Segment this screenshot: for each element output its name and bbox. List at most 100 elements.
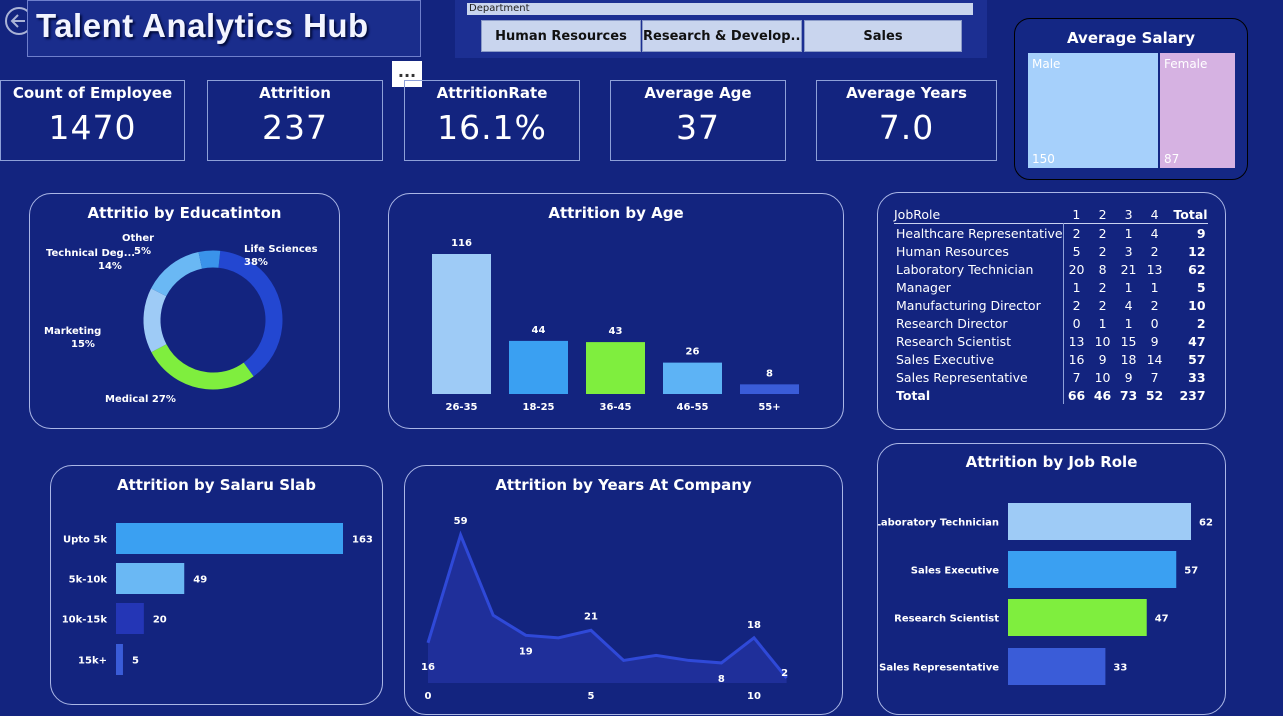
age-bar-value: 43: [609, 326, 623, 337]
matrix-cell: 16: [1068, 351, 1085, 367]
matrix-row-label: Sales Executive: [894, 350, 1064, 368]
jobrole-bar-value: 57: [1184, 566, 1198, 577]
matrix-cell: 9: [1150, 333, 1159, 349]
matrix-cell: 13: [1146, 261, 1163, 277]
matrix-header-total: Total: [1173, 206, 1208, 222]
salary-slab-panel: Attrition by Salaru Slab Upto 5k 163 5k-10…: [50, 465, 383, 705]
table-row: Laboratory Technician 20 8 21 13 62: [894, 260, 1208, 278]
years-area-chart[interactable]: 16 59 19 21 8 18 2 0 5 10: [405, 466, 844, 716]
slicer-option-human-resources[interactable]: Human Resources: [481, 20, 641, 52]
matrix-row-total: 5: [1196, 279, 1206, 295]
jobrole-bar-value: 62: [1199, 518, 1213, 529]
matrix-cell: 13: [1068, 333, 1085, 349]
matrix-cell: 5: [1072, 243, 1081, 259]
jobrole-bar-chart[interactable]: Laboratory Technician 62 Sales Executive 57…: [878, 444, 1227, 716]
age-bar[interactable]: [663, 362, 722, 394]
area-point-label: 16: [421, 662, 435, 673]
jobrole-bar-value: 47: [1155, 614, 1169, 625]
age-bar-category: 55+: [758, 402, 780, 413]
slab-bar-category: Upto 5k: [63, 535, 107, 546]
matrix-cell: 15: [1120, 333, 1137, 349]
donut-label-medical: Medical 27%: [105, 394, 176, 405]
matrix-cell: 1: [1115, 223, 1142, 242]
age-bar-chart[interactable]: 116 26-35 44 18-25 43 36-45 26 46-55 8 55+: [389, 194, 845, 430]
kpi-average-years: Average Years 7.0: [816, 80, 997, 161]
matrix-row-total: 57: [1188, 351, 1206, 367]
matrix-row-label: Healthcare Representative: [894, 223, 1064, 242]
age-bar[interactable]: [586, 342, 645, 394]
slicer-option-sales[interactable]: Sales: [804, 20, 962, 52]
donut-label-other: Other: [122, 233, 154, 244]
slab-bar[interactable]: [116, 644, 123, 675]
matrix-row-label: Manufacturing Director: [894, 296, 1064, 314]
donut-pct-life-sciences: 38%: [244, 257, 268, 268]
years-area-panel: Attrition by Years At Company 16 59 19 21 8 1…: [404, 465, 843, 715]
matrix-row-total: 12: [1188, 243, 1206, 259]
slab-bar[interactable]: [116, 603, 144, 634]
matrix-header-col: 1: [1072, 206, 1081, 222]
jobrole-bar[interactable]: [1008, 599, 1147, 636]
salary-male-block[interactable]: Male 150: [1028, 53, 1158, 168]
jobrole-bar[interactable]: [1008, 503, 1191, 540]
matrix-cell: 9: [1124, 369, 1133, 385]
area-x-tick: 0: [425, 691, 432, 702]
table-row: Research Director 0 1 1 0 2: [894, 314, 1208, 332]
age-bar[interactable]: [740, 384, 799, 394]
slab-bar-value: 5: [132, 656, 139, 667]
jobrole-bar[interactable]: [1008, 551, 1177, 588]
area-point-label: 8: [718, 674, 725, 685]
kpi-count-employee: Count of Employee 1470: [0, 80, 185, 161]
area-fill: [428, 535, 787, 683]
kpi-label: Attrition: [259, 84, 331, 102]
donut-label-life-sciences: Life Sciences: [244, 244, 318, 255]
matrix-cell: 9: [1098, 351, 1107, 367]
age-bar-category: 18-25: [523, 402, 555, 413]
slab-bar-category: 10k-15k: [62, 615, 108, 626]
age-bar-category: 46-55: [677, 402, 709, 413]
matrix-header-col: 2: [1098, 206, 1107, 222]
matrix-row-total: 237: [1179, 387, 1206, 403]
salary-female-block[interactable]: Female 87: [1160, 53, 1235, 168]
matrix-header-jobrole[interactable]: JobRole: [894, 205, 1063, 224]
jobrole-bar[interactable]: [1008, 648, 1106, 685]
jobrole-bar-category: Sales Representative: [879, 663, 999, 674]
matrix-cell: 2: [1150, 243, 1159, 259]
kpi-attrition-rate: AttritionRate 16.1%: [404, 80, 580, 161]
matrix-cell: 0: [1150, 315, 1159, 331]
table-row: Sales Representative 7 10 9 7 33: [894, 368, 1208, 386]
slab-bar-category: 5k-10k: [69, 575, 108, 586]
age-bar[interactable]: [432, 254, 491, 394]
matrix-row-label: Laboratory Technician: [894, 260, 1064, 278]
slicer-option-research-development[interactable]: Research & Develop...: [642, 20, 802, 52]
matrix-cell: 10: [1094, 369, 1111, 385]
slab-bar[interactable]: [116, 523, 343, 554]
slicer-header: Department: [467, 3, 973, 15]
kpi-label: Average Age: [644, 84, 752, 102]
matrix-row-total: 47: [1188, 333, 1206, 349]
table-row: Total 66 46 73 52 237: [894, 386, 1208, 404]
age-bar[interactable]: [509, 340, 568, 394]
salary-male-value: 150: [1032, 152, 1055, 166]
salary-female-value: 87: [1164, 152, 1180, 166]
education-donut-chart[interactable]: Life Sciences 38% Medical 27% Marketing …: [30, 194, 341, 430]
matrix-cell: 7: [1072, 369, 1081, 385]
matrix-cell: 1: [1124, 279, 1133, 295]
jobrole-bar-category: Sales Executive: [911, 566, 999, 577]
area-point-label: 2: [781, 668, 788, 679]
matrix-row-total: 62: [1188, 261, 1206, 277]
jobrole-bar-category: Laboratory Technician: [878, 518, 999, 529]
matrix-cell: 4: [1141, 223, 1168, 242]
matrix-row-label: Sales Representative: [894, 368, 1064, 386]
kpi-value: 16.1%: [437, 108, 547, 147]
slab-bar[interactable]: [116, 563, 185, 594]
matrix-cell: 14: [1146, 351, 1163, 367]
kpi-attrition: Attrition 237: [207, 80, 383, 161]
salary-slab-chart[interactable]: Upto 5k 163 5k-10k 49 10k-15k 20 15k+ 5: [51, 466, 384, 706]
matrix-row-label: Total: [894, 386, 1064, 404]
average-salary-card: Average Salary Male 150 Female 87: [1014, 18, 1248, 180]
matrix-cell: 3: [1124, 243, 1133, 259]
jobrole-matrix-table: JobRole 1 2 3 4 Total Healthcare Represe…: [894, 205, 1208, 404]
donut-label-technical: Technical Deg...: [46, 248, 135, 259]
matrix-cell: 0: [1072, 315, 1081, 331]
area-x-tick: 10: [747, 691, 761, 702]
